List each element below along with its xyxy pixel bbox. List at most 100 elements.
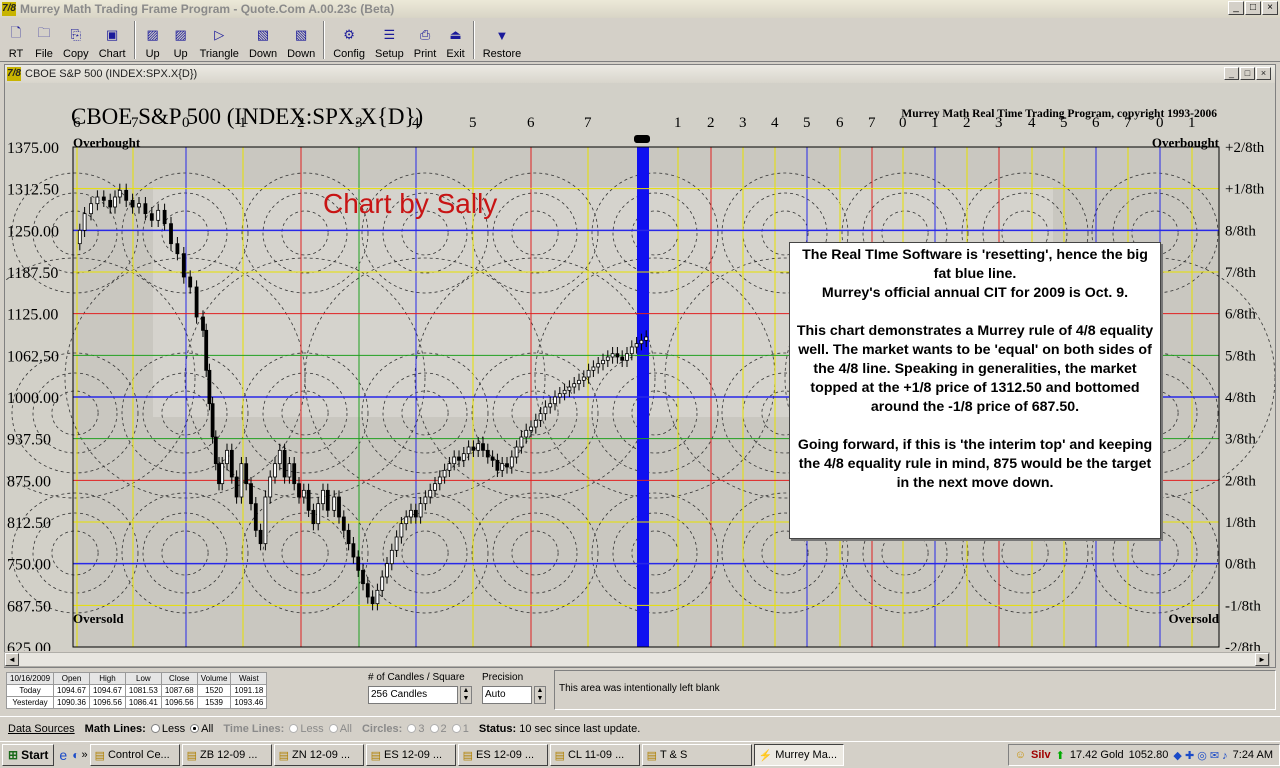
task-list: ▤ Control Ce... ▤ ZB 12-09 ... ▤ ZN 12-09 ...… bbox=[89, 744, 844, 766]
top-time-label: 1 bbox=[674, 115, 682, 131]
candle-body bbox=[287, 463, 292, 478]
data-sources-link[interactable]: Data Sources bbox=[8, 723, 75, 735]
taskbar-item[interactable]: ⚡ Murrey Ma... bbox=[753, 744, 844, 766]
candle-body bbox=[113, 196, 117, 208]
candle-body bbox=[629, 346, 634, 355]
candle-body bbox=[201, 316, 205, 331]
candle-body bbox=[567, 386, 572, 391]
y-tick-label: 1062.50 bbox=[7, 348, 59, 365]
candle-body bbox=[389, 549, 394, 565]
tray-icons[interactable]: ◆ ✚ ◎ ✉ ♪ bbox=[1173, 749, 1227, 762]
toolbar-triangle-button[interactable]: ▷ Triangle bbox=[195, 18, 244, 60]
y-tick-label: 1125.00 bbox=[7, 307, 58, 324]
up-arrow-icon: ⬆ bbox=[1055, 749, 1065, 762]
toolbar-file-button[interactable]: 🗀 File bbox=[30, 18, 58, 60]
candles-input[interactable]: 256 Candles bbox=[368, 686, 458, 704]
scroll-left-icon[interactable]: ◄ bbox=[5, 653, 19, 666]
candle-body bbox=[297, 483, 301, 498]
candle-body bbox=[101, 196, 106, 201]
right-octave-label: 6/8th bbox=[1225, 307, 1256, 323]
math-lines-less-label: Less bbox=[161, 722, 186, 735]
chart-window-controls: _ □ × bbox=[1224, 67, 1271, 80]
toolbar-down-button[interactable]: ▧ Down bbox=[282, 18, 320, 60]
candle-body bbox=[217, 463, 221, 485]
chart-plot-area[interactable]: 1375.00 1312.50 1250.00 1187.50 1125.00 1062.… bbox=[5, 83, 1275, 651]
candle-body bbox=[404, 516, 409, 525]
toolbar-button-label: Copy bbox=[63, 48, 89, 60]
candle-body bbox=[263, 496, 268, 545]
toolbar-copy-button[interactable]: ⎘ Copy bbox=[58, 18, 94, 60]
taskbar-item[interactable]: ▤ CL 11-09 ... bbox=[549, 744, 640, 766]
ie-icon[interactable]: e bbox=[56, 747, 70, 763]
overbought-label-left: Overbought bbox=[73, 135, 141, 150]
chart-maximize-button[interactable]: □ bbox=[1240, 67, 1255, 80]
candle-body bbox=[249, 483, 253, 505]
start-button[interactable]: ⊞ Start bbox=[2, 744, 55, 766]
candle-body bbox=[175, 243, 180, 255]
toolbar-print-button[interactable]: ⎙ Print bbox=[409, 18, 442, 60]
quick-launch-icon[interactable]: ◐ bbox=[72, 748, 79, 762]
candle-body bbox=[577, 379, 581, 385]
y-tick-label: 937.50 bbox=[7, 432, 51, 449]
candles-spinner-icon[interactable]: ▲ ▼ bbox=[460, 686, 472, 704]
scroll-right-icon[interactable]: ► bbox=[1255, 653, 1269, 666]
math-lines-less-radio[interactable] bbox=[150, 724, 160, 734]
toolbar-button-label: Print bbox=[413, 48, 437, 60]
toolbar-exit-button[interactable]: ⏏ Exit bbox=[441, 18, 469, 60]
taskbar-item[interactable]: ▤ ZB 12-09 ... bbox=[181, 744, 272, 766]
toolbar-chart-button[interactable]: ▣ Chart bbox=[94, 18, 131, 60]
toolbar-up-button[interactable]: ▨ Up bbox=[139, 18, 167, 60]
precision-input[interactable]: Auto bbox=[482, 686, 532, 704]
top-time-label: 3 bbox=[739, 115, 747, 131]
taskbar-item[interactable]: ▤ T & S bbox=[641, 744, 752, 766]
candle-body bbox=[213, 436, 218, 465]
candle-body bbox=[229, 449, 234, 478]
circles-3-radio[interactable] bbox=[407, 724, 417, 734]
config-icon: ⚙ bbox=[343, 27, 355, 42]
toolbar-rt-button[interactable]: 🗋 RT bbox=[2, 18, 30, 60]
taskbar-item-label: ES 12-09 ... bbox=[475, 749, 535, 761]
candles-label: # of Candles / Square bbox=[368, 672, 465, 683]
y-tick-label: 1187.50 bbox=[7, 265, 58, 282]
candle-body bbox=[346, 529, 351, 545]
close-button[interactable]: × bbox=[1262, 1, 1278, 15]
toolbar-config-button[interactable]: ⚙ Config bbox=[328, 18, 370, 60]
toolbar-setup-button[interactable]: ☰ Setup bbox=[370, 18, 409, 60]
math-lines-all-radio[interactable] bbox=[190, 724, 200, 734]
status-label: Status: bbox=[478, 722, 517, 735]
toolbar-down-button[interactable]: ▧ Down bbox=[244, 18, 282, 60]
task-app-icon: ▤ bbox=[370, 749, 381, 762]
top-time-label: 6 bbox=[836, 115, 844, 131]
horizontal-scrollbar[interactable]: ◄ ► bbox=[4, 652, 1270, 667]
time-lines-all-radio[interactable] bbox=[328, 724, 338, 734]
circles-1-radio[interactable] bbox=[451, 724, 461, 734]
taskbar-item[interactable]: ▤ Control Ce... bbox=[89, 744, 180, 766]
chart-minimize-button[interactable]: _ bbox=[1224, 67, 1239, 80]
time-lines-less-radio[interactable] bbox=[289, 724, 299, 734]
candle-body bbox=[292, 463, 297, 485]
oversold-label-left: Oversold bbox=[73, 611, 124, 626]
y-tick-label: 1375.00 bbox=[7, 140, 59, 157]
table-row: Today 1094.67 1094.67 1081.53 1087.68 1520 109… bbox=[5, 684, 268, 697]
right-octave-label: 2/8th bbox=[1225, 473, 1256, 489]
toolbar-restore-button[interactable]: ▼ Restore bbox=[478, 18, 527, 61]
taskbar-item[interactable]: ▤ ZN 12-09 ... bbox=[273, 744, 364, 766]
candle-body bbox=[471, 446, 476, 451]
candle-body bbox=[149, 213, 154, 221]
candle-body bbox=[268, 476, 273, 498]
right-octave-label: 0/8th bbox=[1225, 557, 1256, 573]
taskbar-item[interactable]: ▤ ES 12-09 ... bbox=[365, 744, 456, 766]
candle-body bbox=[485, 449, 490, 458]
candle-body bbox=[337, 496, 341, 518]
more-chevron-icon[interactable]: » bbox=[81, 749, 87, 761]
toolbar-up-button[interactable]: ▨ Up bbox=[167, 18, 195, 60]
table-cell: 1096.56 bbox=[160, 696, 198, 709]
minimize-button[interactable]: _ bbox=[1228, 1, 1244, 15]
maximize-button[interactable]: □ bbox=[1245, 1, 1261, 15]
circles-2-radio[interactable] bbox=[429, 724, 439, 734]
task-app-icon: ▤ bbox=[554, 749, 565, 762]
taskbar-item[interactable]: ▤ ES 12-09 ... bbox=[457, 744, 548, 766]
taskbar: ⊞ Start e ◐ » ▤ Control Ce... ▤ ZB 12-09 ...… bbox=[0, 741, 1280, 768]
precision-spinner-icon[interactable]: ▲ ▼ bbox=[534, 686, 546, 704]
chart-close-button[interactable]: × bbox=[1256, 67, 1271, 80]
